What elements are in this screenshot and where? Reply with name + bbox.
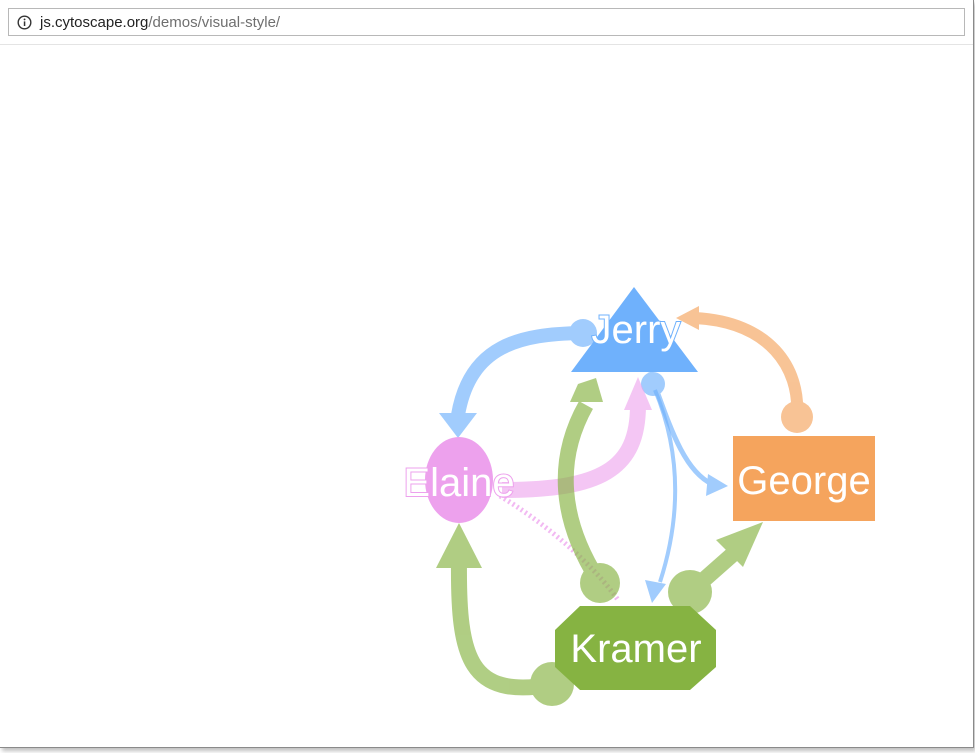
url-text[interactable]: js.cytoscape.org/demos/visual-style/ [40, 14, 280, 31]
node-george-label: George [737, 459, 870, 503]
node-kramer-label: Kramer [570, 627, 701, 671]
address-bar[interactable]: js.cytoscape.org/demos/visual-style/ [8, 8, 965, 36]
node-jerry-label: Jerry [592, 308, 681, 352]
edge-kramer-elaine[interactable] [436, 523, 574, 706]
edge-kramer-george[interactable] [668, 522, 763, 614]
url-host: js.cytoscape.org [40, 13, 149, 31]
node-elaine-label: Elaine [403, 461, 514, 505]
edge-kramer-jerry[interactable] [557, 378, 620, 603]
node-george[interactable]: George [733, 436, 875, 521]
info-icon[interactable] [17, 14, 32, 30]
browser-toolbar: js.cytoscape.org/demos/visual-style/ [0, 0, 973, 45]
browser-window: js.cytoscape.org/demos/visual-style/ Jer… [0, 0, 974, 748]
node-kramer[interactable]: Kramer [555, 606, 716, 690]
edge-george-jerry[interactable] [676, 306, 813, 433]
url-path: /demos/visual-style/ [148, 13, 281, 31]
node-elaine[interactable]: Elaine [402, 437, 516, 523]
graph-canvas[interactable]: Jerry Elaine George Kramer [0, 45, 973, 747]
